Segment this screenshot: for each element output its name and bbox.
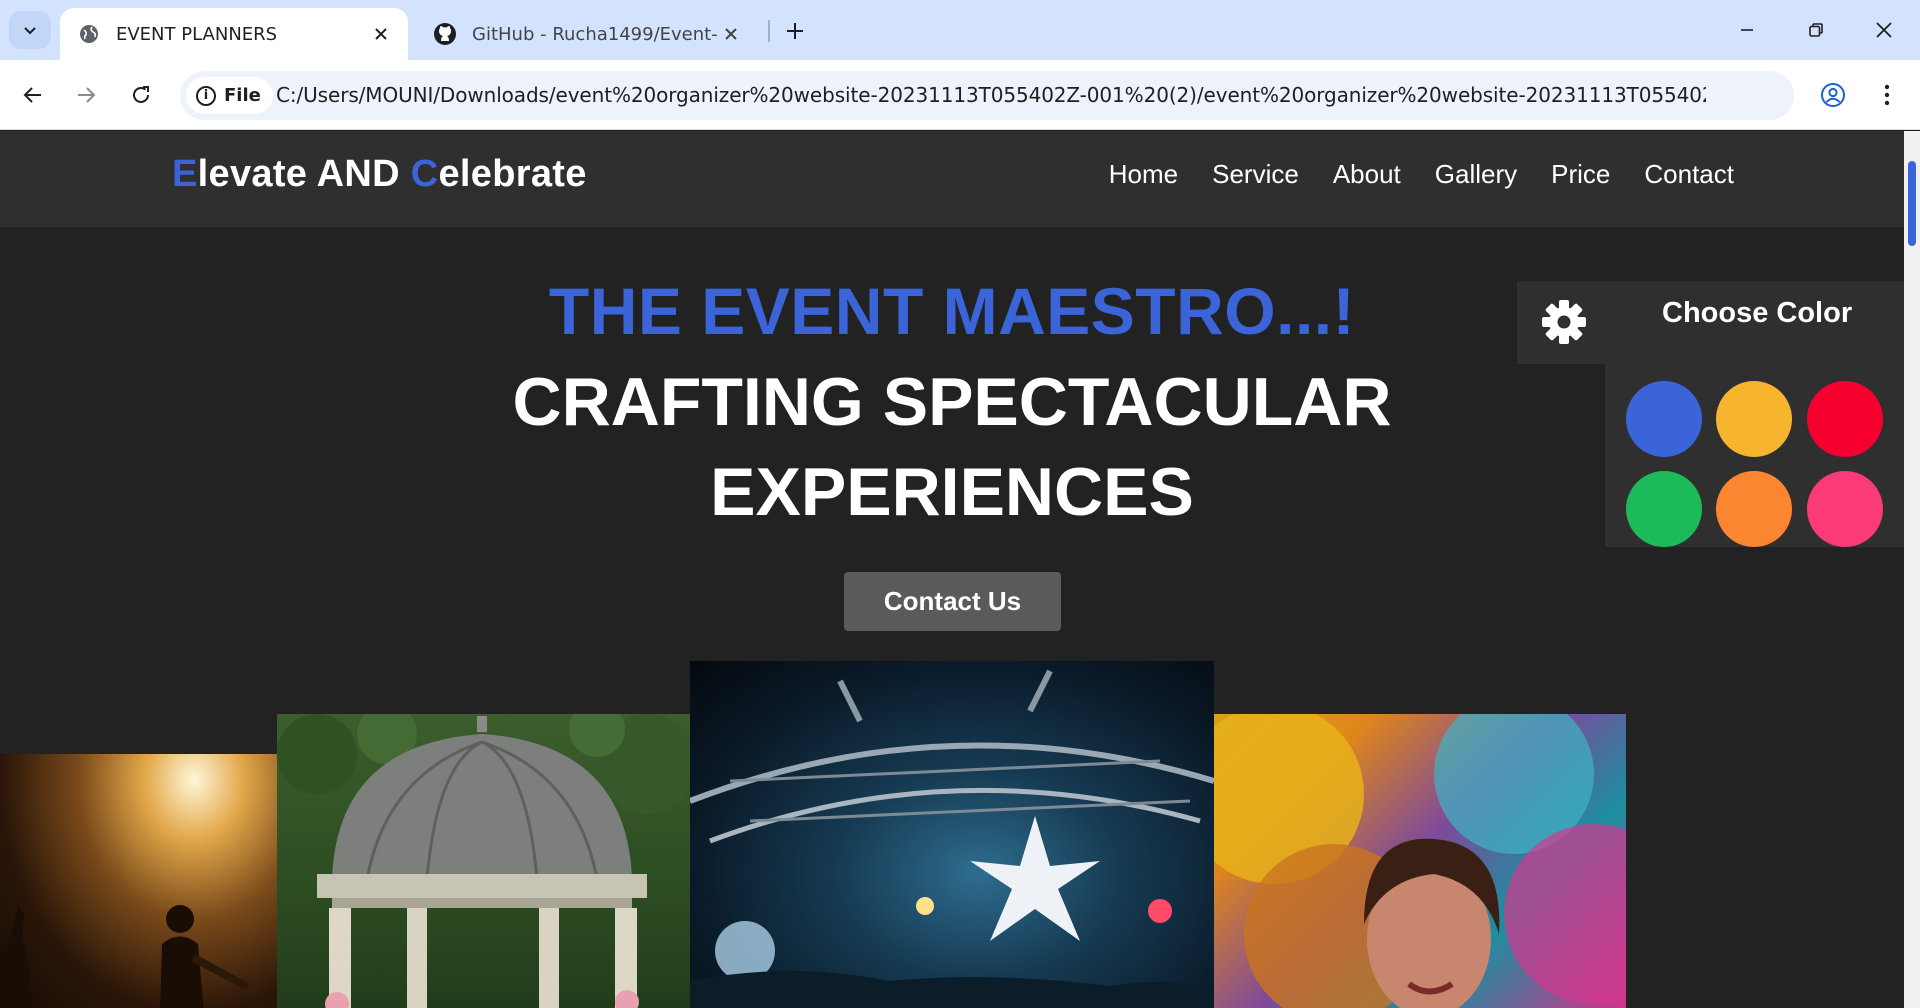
nav-contact[interactable]: Contact: [1644, 159, 1734, 190]
swatch-pink[interactable]: [1807, 471, 1883, 547]
tab-event-planners[interactable]: EVENT PLANNERS: [60, 8, 408, 60]
logo-accent-letter: C: [410, 153, 439, 195]
more-vertical-icon: [1884, 84, 1890, 106]
github-icon: [432, 21, 458, 47]
color-picker-header: Choose Color: [1517, 281, 1904, 364]
swatch-yellow[interactable]: [1716, 381, 1792, 457]
arrow-left-icon: [23, 87, 41, 103]
browser-menu-button[interactable]: [1867, 75, 1907, 115]
contact-us-button[interactable]: Contact Us: [844, 572, 1061, 631]
close-tab-icon[interactable]: [368, 21, 394, 47]
chevron-down-icon: [24, 27, 36, 35]
logo-accent-letter: E: [172, 153, 198, 195]
arrow-right-icon: [78, 87, 96, 103]
logo-text: elebrate: [438, 153, 587, 195]
stage-graphic: [690, 669, 1214, 1008]
site-header: Elevate AND Celebrate Home Service About…: [0, 131, 1904, 227]
info-icon: i: [196, 85, 216, 106]
photo-stage: [690, 661, 1214, 1008]
window-minimize-button[interactable]: [1725, 10, 1769, 50]
logo-text: levate AND: [197, 153, 411, 195]
page-viewport: Elevate AND Celebrate Home Service About…: [0, 131, 1920, 1008]
tab-github[interactable]: GitHub - Rucha1499/Event-mar: [418, 8, 758, 60]
tab-search-button[interactable]: [9, 11, 51, 49]
holi-graphic: [1214, 714, 1626, 1008]
address-bar[interactable]: i File C:/Users/MOUNI/Downloads/event%20…: [180, 71, 1794, 120]
site-logo[interactable]: Elevate AND Celebrate: [172, 153, 587, 196]
site-info-chip[interactable]: i File: [186, 77, 273, 114]
reload-icon: [133, 86, 149, 103]
site-nav: Home Service About Gallery Price Contact: [1109, 159, 1734, 190]
gear-icon[interactable]: [1537, 295, 1591, 349]
tab-title: EVENT PLANNERS: [116, 23, 278, 45]
swatch-orange[interactable]: [1716, 471, 1792, 547]
nav-home[interactable]: Home: [1109, 159, 1178, 190]
color-swatch-grid: [1605, 364, 1904, 547]
photo-concert: [0, 754, 277, 1008]
site-chip-label: File: [224, 85, 261, 106]
reload-button[interactable]: [121, 75, 161, 115]
swatch-green[interactable]: [1626, 471, 1702, 547]
tab-separator: [768, 20, 770, 42]
color-picker-title: Choose Color: [1662, 297, 1853, 329]
concert-silhouettes: [0, 904, 250, 1008]
gazebo-graphic: [277, 714, 690, 1008]
restore-icon: [1809, 23, 1823, 37]
window-restore-button[interactable]: [1794, 10, 1838, 50]
globe-icon: [76, 21, 102, 47]
nav-about[interactable]: About: [1333, 159, 1401, 190]
nav-service[interactable]: Service: [1212, 159, 1299, 190]
plus-icon: [787, 23, 803, 39]
nav-gallery[interactable]: Gallery: [1435, 159, 1517, 190]
browser-toolbar: i File C:/Users/MOUNI/Downloads/event%20…: [0, 60, 1920, 130]
url-text[interactable]: C:/Users/MOUNI/Downloads/event%20organiz…: [276, 83, 1706, 107]
profile-button[interactable]: [1813, 75, 1853, 115]
scrollbar-thumb[interactable]: [1908, 161, 1916, 246]
forward-button[interactable]: [66, 75, 106, 115]
window-close-button[interactable]: [1862, 10, 1906, 50]
swatch-blue[interactable]: [1626, 381, 1702, 457]
new-tab-button[interactable]: [778, 14, 812, 48]
swatch-red[interactable]: [1807, 381, 1883, 457]
browser-tab-bar: EVENT PLANNERS GitHub - Rucha1499/Event-…: [0, 0, 1920, 60]
account-icon: [1821, 83, 1845, 107]
tab-title: GitHub - Rucha1499/Event-mar: [472, 23, 718, 45]
minimize-icon: [1741, 29, 1753, 31]
back-button[interactable]: [13, 75, 53, 115]
photo-gazebo: [277, 714, 690, 1008]
nav-price[interactable]: Price: [1551, 159, 1610, 190]
color-picker-panel: Choose Color: [1517, 281, 1904, 547]
hero-title: CRAFTING SPECTACULAR EXPERIENCES: [512, 364, 1392, 530]
photo-colors: [1214, 714, 1626, 1008]
page-scrollbar[interactable]: [1904, 131, 1920, 1008]
close-tab-icon[interactable]: [718, 21, 744, 47]
close-icon: [1876, 22, 1892, 38]
